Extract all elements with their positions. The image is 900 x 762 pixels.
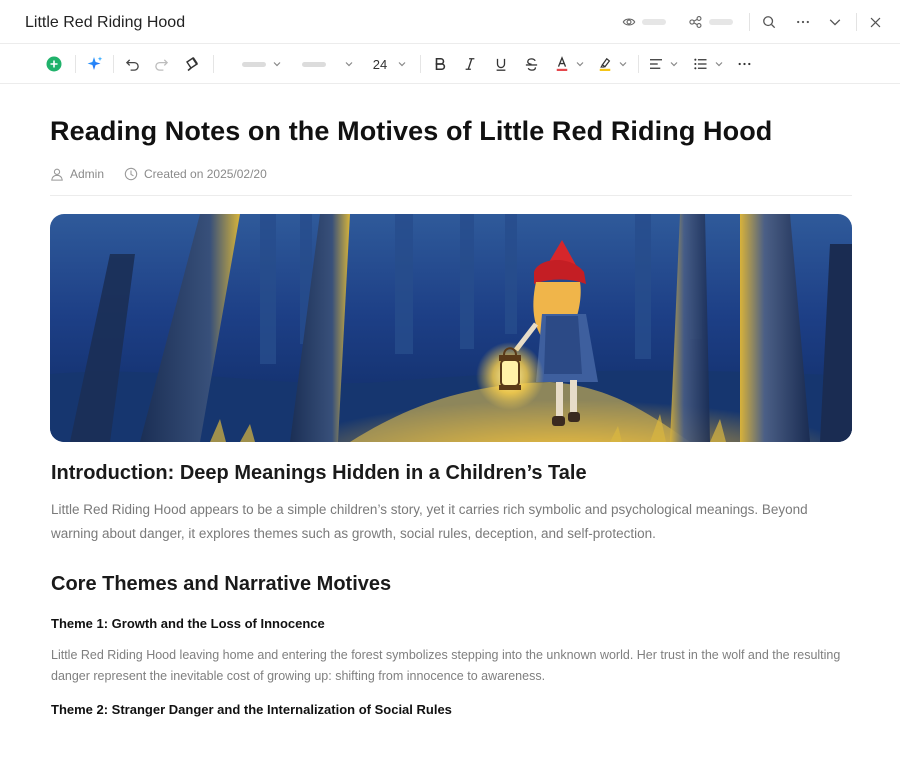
strikethrough-button[interactable] (522, 44, 540, 84)
collapse-button[interactable] (828, 0, 842, 44)
header-divider (50, 195, 852, 196)
bold-icon (435, 57, 446, 71)
titlebar-divider (749, 13, 750, 31)
list-select[interactable] (692, 44, 724, 84)
toolbar-divider (420, 55, 421, 73)
strikethrough-icon (525, 57, 537, 71)
underline-button[interactable] (492, 44, 510, 84)
theme-1-heading[interactable]: Theme 1: Growth and the Loss of Innocenc… (51, 616, 325, 631)
align-left-icon (650, 59, 662, 69)
chevron-down-icon (670, 62, 678, 67)
plus-circle-icon (46, 56, 62, 72)
chevron-down-icon (345, 62, 353, 67)
chevron-down-icon (273, 62, 281, 67)
close-icon (870, 17, 881, 27)
window-title: Little Red Riding Hood (25, 14, 186, 31)
view-count-button[interactable] (622, 0, 666, 44)
font-size-value: 24 (372, 56, 388, 72)
share-button[interactable] (688, 0, 733, 44)
eye-icon (622, 18, 636, 26)
more-icon (738, 62, 750, 66)
chevron-down-icon (715, 62, 722, 67)
undo-icon (125, 58, 139, 71)
intro-heading[interactable]: Introduction: Deep Meanings Hidden in a … (51, 462, 587, 485)
chevron-down-icon (619, 62, 627, 67)
sparkle-icon (87, 56, 103, 70)
bullet-list-icon (693, 58, 706, 70)
chevron-down-icon (829, 19, 841, 26)
bold-button[interactable] (431, 44, 449, 84)
ai-assistant-button[interactable] (85, 44, 105, 84)
document-window: Little Red Riding Hood 24 Reading Notes … (0, 0, 900, 762)
toolbar-divider (638, 55, 639, 73)
document-heading[interactable]: Reading Notes on the Motives of Little R… (50, 116, 772, 147)
font-size-select[interactable]: 24 (370, 44, 410, 84)
underline-icon (496, 58, 506, 71)
share-count-placeholder (709, 19, 733, 25)
created-date: Created on 2025/02/20 (144, 167, 267, 181)
redo-button[interactable] (152, 44, 170, 84)
format-painter-icon (186, 57, 198, 72)
title-bar: Little Red Riding Hood (0, 0, 900, 44)
italic-button[interactable] (461, 44, 479, 84)
text-color-button[interactable] (554, 44, 586, 84)
format-painter-button[interactable] (183, 44, 201, 84)
toolbar-divider (213, 55, 214, 73)
insert-button[interactable] (45, 44, 63, 84)
author-meta: Admin (50, 167, 104, 181)
clock-icon (124, 167, 138, 181)
user-icon (51, 168, 63, 181)
toolbar-divider (75, 55, 76, 73)
highlight-color-button[interactable] (597, 44, 629, 84)
search-icon (763, 16, 776, 29)
italic-icon (465, 58, 475, 70)
share-icon (689, 16, 702, 28)
style-select[interactable] (238, 44, 286, 84)
chevron-down-icon (398, 62, 406, 67)
toolbar-divider (113, 55, 114, 73)
theme-2-heading[interactable]: Theme 2: Stranger Danger and the Interna… (51, 702, 452, 717)
created-meta: Created on 2025/02/20 (124, 167, 267, 181)
more-icon (797, 20, 809, 24)
forest-illustration (50, 214, 852, 442)
close-button[interactable] (869, 0, 882, 44)
author-name: Admin (70, 167, 105, 181)
intro-paragraph[interactable]: Little Red Riding Hood appears to be a s… (51, 498, 851, 546)
view-count-placeholder (642, 19, 666, 25)
more-button[interactable] (795, 0, 811, 44)
hero-image[interactable] (50, 214, 852, 442)
text-color-icon (556, 56, 568, 71)
document-meta: Admin Created on 2025/02/20 (50, 166, 287, 182)
align-select[interactable] (648, 44, 680, 84)
chevron-down-icon (576, 62, 584, 67)
style-select-value (242, 61, 266, 67)
redo-icon (154, 58, 168, 71)
core-themes-heading[interactable]: Core Themes and Narrative Motives (51, 573, 391, 596)
theme-1-paragraph[interactable]: Little Red Riding Hood leaving home and … (51, 645, 851, 687)
more-format-button[interactable] (735, 44, 753, 84)
undo-button[interactable] (123, 44, 141, 84)
formatting-toolbar: 24 (0, 44, 900, 84)
highlighter-icon (599, 57, 611, 71)
search-button[interactable] (762, 0, 776, 44)
font-family-select[interactable] (300, 44, 356, 84)
font-family-select-value (302, 61, 326, 67)
titlebar-divider-2 (856, 13, 857, 31)
